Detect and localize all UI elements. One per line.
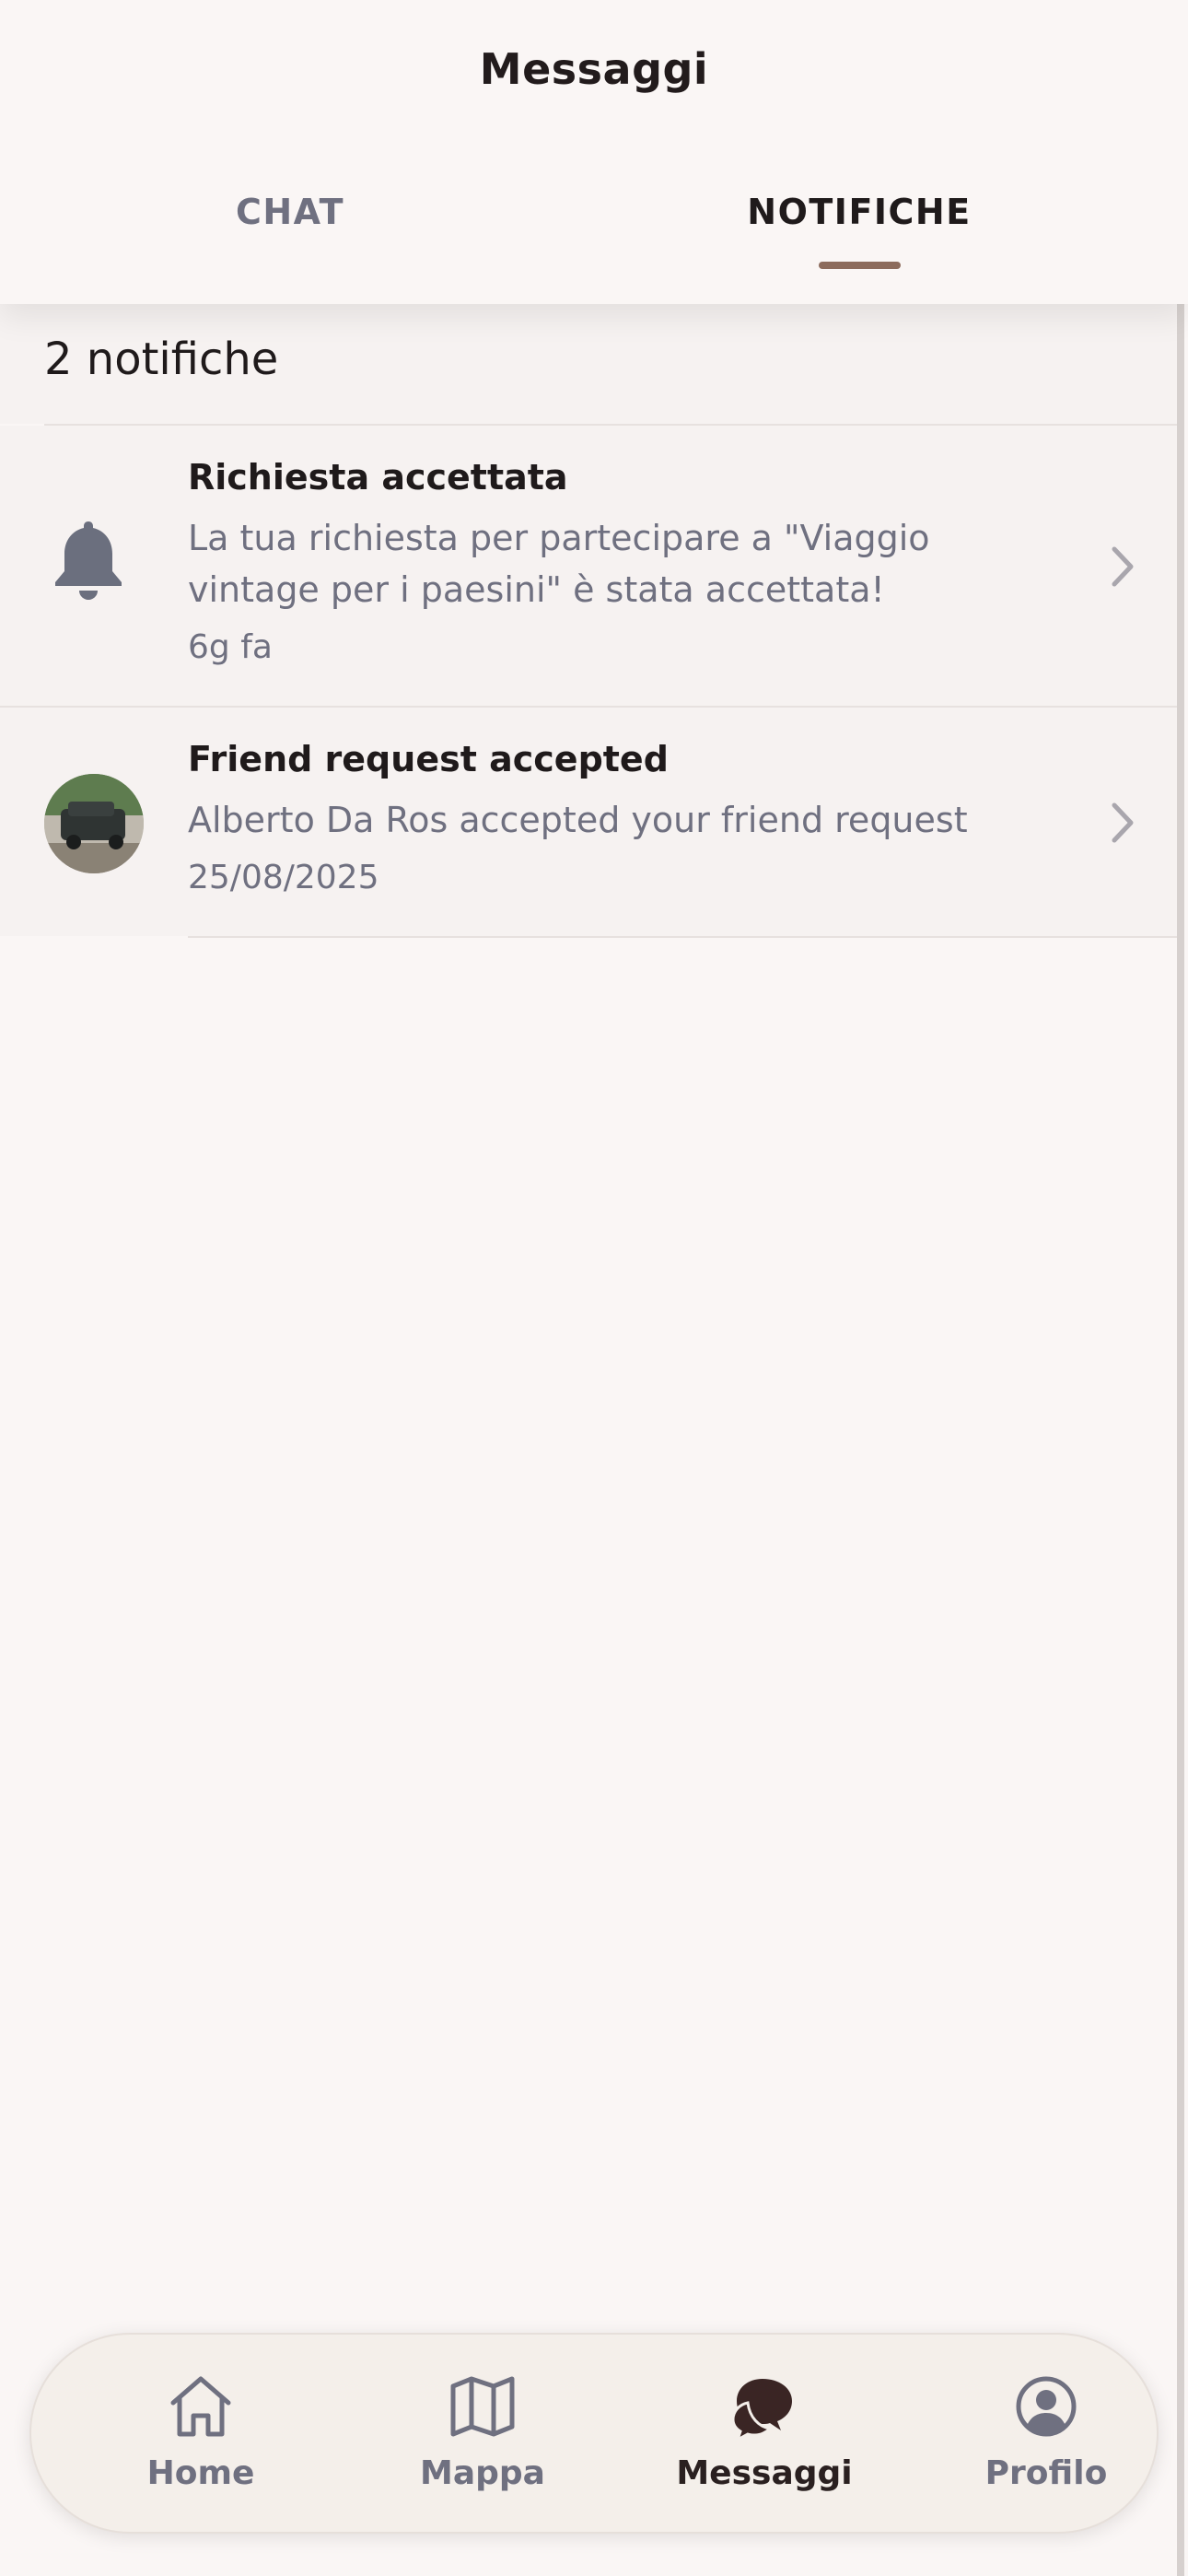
- nav-label: Mappa: [420, 2454, 545, 2492]
- tab-chat[interactable]: CHAT: [106, 192, 474, 232]
- avatar: [44, 774, 144, 873]
- page-title: Messaggi: [479, 44, 709, 94]
- nav-label: Messaggi: [676, 2454, 853, 2492]
- bottom-nav: Home Mappa Messaggi Profilo: [29, 2333, 1159, 2534]
- chevron-right-icon: [1112, 802, 1134, 843]
- nav-profilo[interactable]: Profilo: [936, 2335, 1157, 2535]
- notification-count: 2 notifiche: [44, 334, 279, 385]
- notification-body: Alberto Da Ros accepted your friend requ…: [188, 800, 968, 840]
- profile-icon: [1016, 2376, 1077, 2437]
- bell-icon: [55, 521, 122, 600]
- tab-notifiche[interactable]: NOTIFICHE: [675, 192, 1043, 232]
- notification-item[interactable]: Friend request accepted Alberto Da Ros a…: [0, 708, 1177, 936]
- notification-time: 6g fa: [188, 628, 273, 666]
- nav-label: Home: [146, 2454, 255, 2492]
- notification-title: Friend request accepted: [188, 739, 669, 779]
- notification-item[interactable]: Richiesta accettata La tua richiesta per…: [0, 426, 1177, 706]
- map-icon: [450, 2376, 515, 2437]
- scrollbar[interactable]: [1177, 304, 1184, 2576]
- notification-body: La tua richiesta per partecipare a "Viag…: [188, 518, 930, 610]
- chat-bubbles-icon: [731, 2379, 792, 2441]
- nav-messaggi[interactable]: Messaggi: [654, 2335, 875, 2535]
- chevron-right-icon: [1112, 546, 1134, 587]
- screen: Messaggi CHAT NOTIFICHE 2 notifiche Rich…: [0, 0, 1188, 2576]
- divider: [188, 936, 1177, 938]
- home-icon: [170, 2376, 231, 2437]
- nav-home[interactable]: Home: [90, 2335, 311, 2535]
- nav-mappa[interactable]: Mappa: [372, 2335, 593, 2535]
- nav-label: Profilo: [984, 2454, 1108, 2492]
- notification-title: Richiesta accettata: [188, 457, 568, 498]
- active-tab-indicator: [819, 262, 901, 269]
- header: Messaggi CHAT NOTIFICHE: [0, 0, 1188, 304]
- notification-time: 25/08/2025: [188, 859, 379, 896]
